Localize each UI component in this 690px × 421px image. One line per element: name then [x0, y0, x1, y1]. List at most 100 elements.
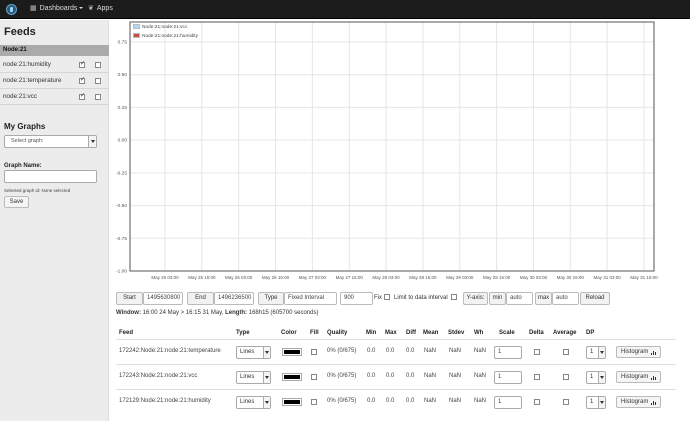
fill-checkbox[interactable] — [311, 374, 317, 380]
x-tick-label: May 26 03:00 — [225, 275, 253, 280]
end-input[interactable]: 1496236500 — [214, 292, 254, 305]
feed-left-axis-checkbox[interactable] — [79, 92, 85, 100]
top-navbar: ▦ Dashboards ❦ Apps — [0, 0, 690, 19]
col-quality: Quality — [327, 330, 348, 336]
max-cell: 0.0 — [386, 398, 395, 404]
type-select-value: Fixed Interval — [288, 295, 325, 301]
average-checkbox[interactable] — [563, 399, 569, 405]
col-min: Min — [366, 330, 377, 336]
graph-select[interactable]: Select graph: — [4, 135, 97, 148]
color-picker[interactable] — [282, 373, 302, 381]
histogram-button[interactable]: Histogram — [616, 371, 661, 383]
ymin-input[interactable]: auto — [506, 292, 533, 305]
col-feed: Feed — [119, 330, 134, 336]
sidebar: Feeds Node:21 node:21:humidity node:21:t… — [0, 20, 109, 421]
min-cell: 0.0 — [367, 398, 376, 404]
ymax-input[interactable]: auto — [552, 292, 579, 305]
type-select[interactable]: Lines — [236, 396, 271, 409]
y-tick-label: 0.50 — [118, 72, 128, 78]
table-row: 172243:Node:21:node:21:vcc Lines 0% (0/6… — [116, 364, 676, 388]
save-button[interactable]: Save — [4, 196, 29, 208]
start-button[interactable]: Start — [116, 292, 143, 305]
apps-menu[interactable]: ❦ Apps — [88, 4, 113, 14]
graph-plot[interactable]: 0.75 0.50 0.25 0.00 -0.25 -0.50 -0.75 -1.00 May … — [110, 20, 690, 285]
yaxis-label: Y-axis: — [463, 292, 488, 305]
dp-select[interactable]: 1 — [586, 371, 606, 384]
wh-cell: NaN — [474, 373, 487, 379]
feed-left-axis-checkbox[interactable] — [79, 76, 85, 84]
delta-checkbox[interactable] — [534, 349, 540, 355]
feed-name: node:21:vcc — [3, 93, 37, 100]
dp-select[interactable]: 1 — [586, 346, 606, 359]
col-diff: Diff — [406, 330, 416, 336]
chevron-down-icon — [598, 347, 605, 358]
diff-cell: 0.0 — [406, 348, 415, 354]
histogram-button[interactable]: Histogram — [616, 346, 661, 358]
feed-left-axis-checkbox[interactable] — [79, 60, 85, 68]
delta-checkbox[interactable] — [534, 399, 540, 405]
average-checkbox[interactable] — [563, 349, 569, 355]
type-select[interactable]: Lines — [236, 371, 271, 384]
ymin-label: min — [489, 292, 506, 305]
graph-select-value: Select graph: — [11, 138, 44, 144]
wh-cell: NaN — [474, 348, 487, 354]
chevron-down-icon — [263, 347, 270, 358]
scale-input[interactable]: 1 — [494, 346, 522, 359]
col-delta: Delta — [529, 330, 544, 336]
limit-to-interval-label: Limit to data interval — [394, 295, 448, 301]
mean-cell: NaN — [424, 398, 437, 404]
start-input[interactable]: 1495630800 — [143, 292, 183, 305]
quality-cell: 0% (0/675) — [327, 373, 357, 379]
graph-name-input[interactable] — [4, 170, 97, 183]
histogram-label: Histogram — [621, 374, 649, 380]
dp-select-value: 1 — [590, 349, 594, 355]
reload-button[interactable]: Reload — [580, 292, 610, 305]
feed-right-axis-checkbox[interactable] — [95, 94, 101, 100]
dp-select[interactable]: 1 — [586, 396, 606, 409]
feed-row-humidity: node:21:humidity — [0, 57, 109, 73]
interval-input[interactable]: 900 — [340, 292, 373, 305]
col-type: Type — [236, 330, 250, 336]
legend-swatch — [133, 24, 140, 29]
col-fill: Fill — [310, 330, 319, 336]
feed-right-axis-checkbox[interactable] — [95, 62, 101, 68]
chevron-down-icon — [598, 372, 605, 383]
fill-checkbox[interactable] — [311, 399, 317, 405]
histogram-button[interactable]: Histogram — [616, 396, 661, 408]
fix-label: Fix — [374, 295, 382, 301]
feed-right-axis-checkbox[interactable] — [95, 78, 101, 84]
x-tick-label: May 28 03:00 — [372, 275, 400, 280]
col-max: Max — [385, 330, 397, 336]
plot-canvas[interactable]: 0.75 0.50 0.25 0.00 -0.25 -0.50 -0.75 -1.00 May … — [110, 20, 690, 285]
scale-input[interactable]: 1 — [494, 396, 522, 409]
histogram-label: Histogram — [621, 349, 649, 355]
end-button[interactable]: End — [187, 292, 214, 305]
color-picker[interactable] — [282, 398, 302, 406]
limit-to-interval-checkbox[interactable] — [451, 294, 457, 300]
quality-cell: 0% (0/675) — [327, 348, 357, 354]
stdev-cell: NaN — [449, 398, 462, 404]
feed-cell: 172243:Node:21:node:21:vcc — [119, 373, 198, 379]
x-tick-label: May 26 15:00 — [262, 275, 290, 280]
stdev-cell: NaN — [449, 348, 462, 354]
chevron-down-icon — [88, 136, 96, 147]
emoncms-logo-icon[interactable] — [6, 4, 17, 15]
window-label: Window: — [116, 310, 141, 316]
scale-input[interactable]: 1 — [494, 371, 522, 384]
dashboards-menu[interactable]: ▦ Dashboards — [30, 4, 84, 14]
type-select[interactable]: Lines — [236, 346, 271, 359]
histogram-label: Histogram — [621, 399, 649, 405]
fill-checkbox[interactable] — [311, 349, 317, 355]
y-tick-label: -1.00 — [116, 269, 127, 275]
x-tick-label: May 31 15:00 — [630, 275, 658, 280]
chevron-down-icon — [598, 397, 605, 408]
y-tick-label: -0.50 — [116, 203, 127, 209]
delta-checkbox[interactable] — [534, 374, 540, 380]
average-checkbox[interactable] — [563, 374, 569, 380]
color-picker[interactable] — [282, 348, 302, 356]
feed-group-node21[interactable]: Node:21 — [0, 45, 109, 56]
type-select[interactable]: Fixed Interval — [284, 292, 337, 305]
fix-checkbox[interactable] — [384, 294, 390, 300]
feed-name: node:21:humidity — [3, 61, 51, 68]
y-tick-label: -0.75 — [116, 236, 127, 242]
